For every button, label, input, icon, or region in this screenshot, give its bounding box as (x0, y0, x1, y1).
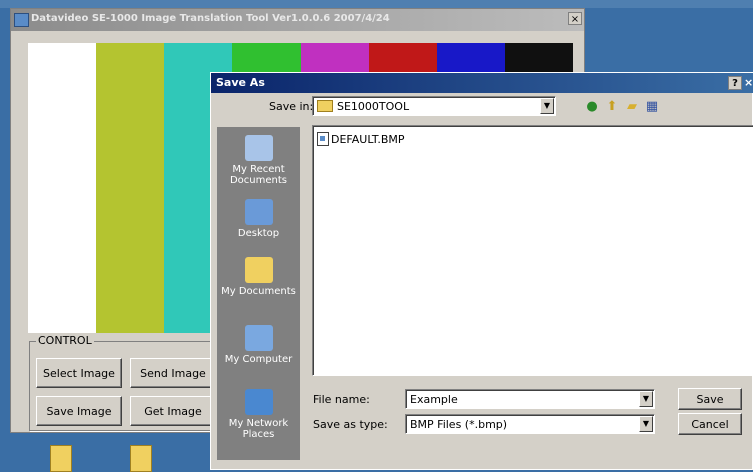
file-name: DEFAULT.BMP (331, 132, 405, 146)
save-in-value: SE1000TOOL (337, 100, 410, 113)
save-as-dialog: Save As ? × Save in: SE1000TOOL ▼ ● ⬆ ▰ … (210, 72, 753, 470)
control-group-label: CONTROL (36, 334, 94, 347)
select-image-button[interactable]: Select Image (36, 358, 122, 388)
place-label: Desktop (237, 228, 280, 239)
file-name-label: File name: (313, 393, 370, 406)
recent-documents-icon (244, 135, 273, 161)
send-image-button[interactable]: Send Image (130, 358, 216, 388)
place-my-computer[interactable]: My Computer (217, 325, 300, 365)
my-documents-icon (244, 257, 273, 283)
place-label: My Network Places (228, 418, 289, 440)
list-item[interactable]: DEFAULT.BMP (317, 132, 405, 146)
file-name-input[interactable]: Example ▼ (405, 389, 655, 409)
dialog-title: Save As (216, 76, 265, 89)
app-close-button[interactable]: × (568, 12, 582, 25)
app-title: Datavideo SE-1000 Image Translation Tool… (31, 13, 390, 24)
network-places-icon (244, 389, 273, 415)
folder-icon (317, 100, 333, 112)
help-button[interactable]: ? (728, 76, 742, 90)
up-folder-icon[interactable]: ⬆ (604, 99, 620, 115)
place-label: My Documents (221, 286, 296, 297)
place-label: My Recent Documents (229, 164, 288, 186)
desktop-folder-icon[interactable] (130, 445, 152, 472)
desktop-icon (244, 199, 273, 225)
place-network[interactable]: My Network Places (217, 389, 300, 440)
chevron-down-icon[interactable]: ▼ (639, 416, 653, 432)
my-computer-icon (244, 325, 273, 351)
chevron-down-icon[interactable]: ▼ (540, 98, 554, 114)
app-titlebar[interactable]: Datavideo SE-1000 Image Translation Tool… (11, 9, 584, 31)
dialog-titlebar[interactable]: Save As ? × (211, 73, 753, 93)
save-as-type-dropdown[interactable]: BMP Files (*.bmp) ▼ (405, 414, 655, 434)
save-image-button[interactable]: Save Image (36, 396, 122, 426)
save-as-type-value: BMP Files (*.bmp) (410, 418, 508, 431)
view-menu-icon[interactable]: ▦ (644, 99, 660, 115)
file-name-value: Example (410, 393, 458, 406)
desktop-background (0, 0, 753, 8)
back-icon[interactable]: ● (584, 99, 600, 115)
desktop-folder-icon[interactable] (50, 445, 72, 472)
cancel-button[interactable]: Cancel (678, 413, 742, 435)
new-folder-icon[interactable]: ▰ (624, 99, 640, 115)
place-label: My Computer (224, 354, 293, 365)
dialog-close-button[interactable]: × (744, 76, 753, 89)
bitmap-file-icon (317, 132, 329, 146)
color-bar (28, 43, 97, 333)
save-in-label: Save in: (269, 100, 314, 113)
color-bar (96, 43, 165, 333)
place-my-documents[interactable]: My Documents (217, 257, 300, 297)
control-group: CONTROL Select Image Send Image Save Ima… (29, 334, 226, 431)
app-icon (14, 13, 29, 27)
save-as-type-label: Save as type: (313, 418, 388, 431)
save-button[interactable]: Save (678, 388, 742, 410)
chevron-down-icon[interactable]: ▼ (639, 391, 653, 407)
place-recent-documents[interactable]: My Recent Documents (217, 135, 300, 186)
places-bar: My Recent Documents Desktop My Documents… (217, 127, 300, 460)
file-list[interactable]: DEFAULT.BMP (312, 125, 753, 376)
place-desktop[interactable]: Desktop (217, 199, 300, 239)
get-image-button[interactable]: Get Image (130, 396, 216, 426)
save-in-dropdown[interactable]: SE1000TOOL ▼ (312, 96, 556, 116)
